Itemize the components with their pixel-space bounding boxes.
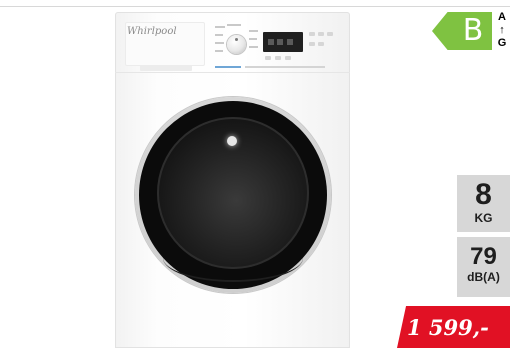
price-text: 1 599,- (407, 315, 489, 340)
panel-button (265, 56, 271, 60)
panel-info-strip (245, 66, 325, 68)
energy-scale-arrow: ↑ (499, 24, 505, 36)
brand-logo: Whirlpool (127, 26, 177, 37)
energy-scale: A ↑ G (494, 11, 510, 51)
program-knob (227, 35, 246, 54)
digital-display (263, 32, 303, 52)
display-segment (287, 39, 293, 45)
display-segment (268, 39, 274, 45)
washing-machine-image: Whirlpool (115, 12, 350, 348)
panel-button (318, 42, 324, 46)
energy-scale-top: A (498, 11, 506, 23)
panel-button (309, 32, 315, 36)
capacity-value: 8 (475, 178, 492, 211)
noise-badge: 79 dB(A) (457, 237, 510, 297)
energy-scale-bottom: G (497, 37, 507, 49)
capacity-badge: 8 KG (457, 175, 510, 232)
knob-indicator (235, 38, 238, 41)
noise-value: 79 (470, 243, 497, 270)
top-divider (0, 6, 510, 7)
noise-unit: dB(A) (467, 270, 500, 284)
panel-button (285, 56, 291, 60)
energy-class-letter: B (462, 13, 484, 48)
panel-accent-strip (215, 66, 241, 68)
panel-button (318, 32, 324, 36)
panel-button (309, 42, 315, 46)
display-segment (277, 39, 283, 45)
drum-reflection (227, 136, 237, 146)
program-label (215, 26, 225, 28)
panel-button (275, 56, 281, 60)
control-panel: Whirlpool (115, 12, 350, 73)
panel-button (327, 32, 333, 36)
program-label (249, 46, 258, 48)
program-label (215, 50, 223, 52)
program-label (249, 30, 258, 32)
program-label (227, 24, 241, 26)
program-label (249, 38, 257, 40)
drawer-handle (140, 65, 192, 71)
program-label (215, 42, 224, 44)
program-label (215, 34, 223, 36)
capacity-unit: KG (474, 211, 493, 225)
